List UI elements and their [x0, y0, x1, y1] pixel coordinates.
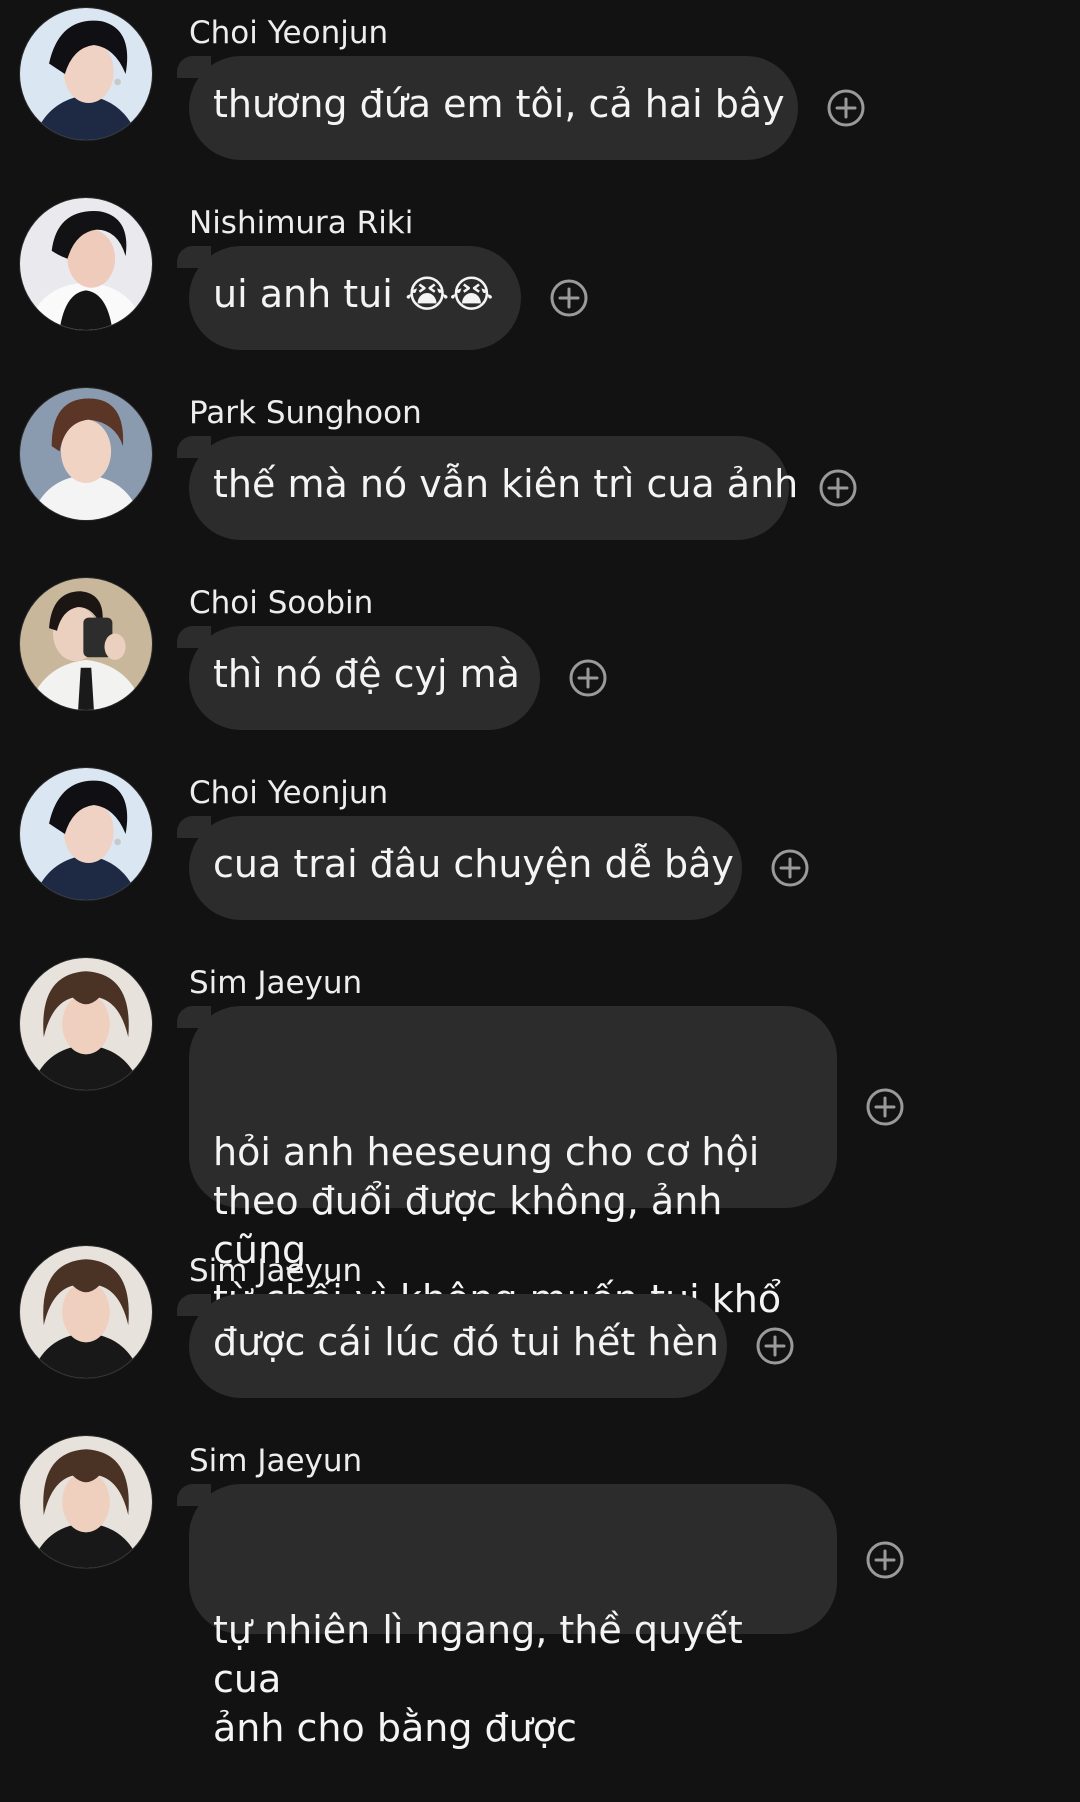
add-reaction-icon[interactable]	[770, 848, 810, 888]
avatar-photo	[20, 768, 152, 900]
sender-name: Choi Soobin	[189, 585, 374, 621]
message-text: được cái lúc đó tui hết hèn	[213, 1320, 719, 1364]
message-row: Park Sunghoon thế mà nó vẫn kiên trì cua…	[0, 380, 1080, 550]
message-text: thì nó đệ cyj mà	[213, 652, 520, 696]
message-bubble[interactable]: hỏi anh heeseung cho cơ hội theo đuổi đư…	[177, 1006, 837, 1321]
avatar-photo	[20, 1436, 152, 1568]
avatar[interactable]	[19, 7, 153, 141]
message-row: Sim Jaeyun hỏi anh heeseung cho cơ hội t…	[0, 950, 1080, 1321]
avatar[interactable]	[19, 957, 153, 1091]
avatar[interactable]	[19, 197, 153, 331]
message-row: Choi Soobin thì nó đệ cyj mà	[0, 570, 1080, 740]
sender-name: Sim Jaeyun	[189, 965, 363, 1001]
sender-name: Nishimura Riki	[189, 205, 414, 241]
avatar-photo	[20, 958, 152, 1090]
message-bubble[interactable]: tự nhiên lì ngang, thề quyết cua ảnh cho…	[177, 1484, 837, 1750]
add-reaction-icon[interactable]	[549, 278, 589, 318]
avatar-photo	[20, 1246, 152, 1378]
avatar[interactable]	[19, 1435, 153, 1569]
message-text: ui anh tui 😭😭	[213, 272, 494, 316]
avatar[interactable]	[19, 767, 153, 901]
message-bubble[interactable]: được cái lúc đó tui hết hèn	[177, 1294, 727, 1398]
message-text: thế mà nó vẫn kiên trì cua ảnh	[213, 462, 799, 506]
message-bubble[interactable]: thì nó đệ cyj mà	[177, 626, 540, 730]
message-row: Nishimura Riki ui anh tui 😭😭	[0, 190, 1080, 360]
message-row: Sim Jaeyun được cái lúc đó tui hết hèn	[0, 1238, 1080, 1408]
bubble-tail	[177, 816, 211, 838]
avatar[interactable]	[19, 1245, 153, 1379]
add-reaction-icon[interactable]	[865, 1087, 905, 1127]
sender-name: Choi Yeonjun	[189, 775, 389, 811]
avatar-photo	[20, 578, 152, 710]
bubble-tail	[177, 1006, 211, 1028]
message-row: Choi Yeonjun thương đứa em tôi, cả hai b…	[0, 0, 1080, 170]
avatar[interactable]	[19, 387, 153, 521]
message-bubble[interactable]: cua trai đâu chuyện dễ bây	[177, 816, 742, 920]
bubble-tail	[177, 626, 211, 648]
message-text: tự nhiên lì ngang, thề quyết cua ảnh cho…	[213, 1608, 743, 1750]
message-row: Sim Jaeyun tự nhiên lì ngang, thề quyết …	[0, 1428, 1080, 1750]
bubble-tail	[177, 56, 211, 78]
avatar-photo	[20, 388, 152, 520]
add-reaction-icon[interactable]	[826, 88, 866, 128]
bubble-tail	[177, 1294, 211, 1316]
add-reaction-icon[interactable]	[755, 1326, 795, 1366]
avatar[interactable]	[19, 577, 153, 711]
bubble-tail	[177, 246, 211, 268]
message-bubble[interactable]: thương đứa em tôi, cả hai bây	[177, 56, 798, 160]
add-reaction-icon[interactable]	[568, 658, 608, 698]
sender-name: Sim Jaeyun	[189, 1443, 363, 1479]
message-row: Choi Yeonjun cua trai đâu chuyện dễ bây	[0, 760, 1080, 930]
sender-name: Sim Jaeyun	[189, 1253, 363, 1289]
add-reaction-icon[interactable]	[818, 468, 858, 508]
message-text: thương đứa em tôi, cả hai bây	[213, 82, 785, 126]
add-reaction-icon[interactable]	[865, 1540, 905, 1580]
message-text: cua trai đâu chuyện dễ bây	[213, 842, 734, 886]
message-bubble[interactable]: ui anh tui 😭😭	[177, 246, 521, 350]
sender-name: Park Sunghoon	[189, 395, 422, 431]
avatar-photo	[20, 198, 152, 330]
sender-name: Choi Yeonjun	[189, 15, 389, 51]
bubble-tail	[177, 436, 211, 458]
bubble-tail	[177, 1484, 211, 1506]
message-bubble[interactable]: thế mà nó vẫn kiên trì cua ảnh	[177, 436, 799, 540]
avatar-photo	[20, 8, 152, 140]
